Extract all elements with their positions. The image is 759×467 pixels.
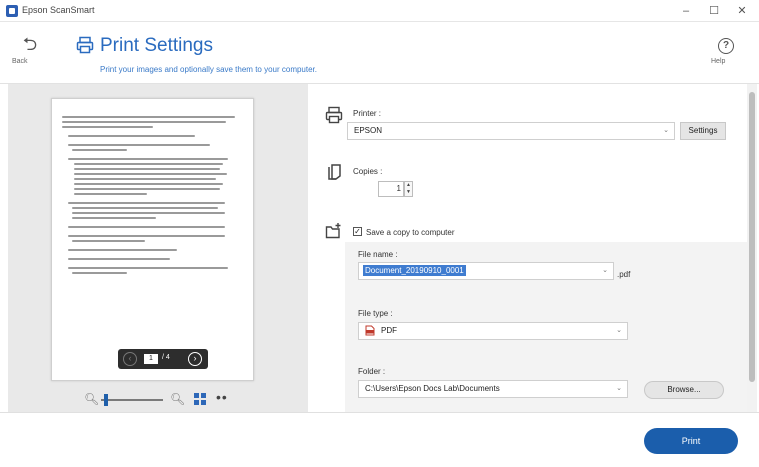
more-options-icon[interactable]: •• [216,389,228,405]
page-navigator: ‹ 1 / 4 › [118,349,208,369]
next-page-icon[interactable]: › [188,352,202,366]
chevron-down-icon: ⌄ [616,385,622,392]
printer-select[interactable]: EPSON ⌄ [347,122,675,140]
app-logo-icon [6,5,18,17]
current-page-field[interactable]: 1 [144,354,158,364]
vertical-scrollbar[interactable] [747,84,757,412]
file-type-value: PDF [381,326,397,335]
back-button[interactable]: ⮌ Back [12,34,48,76]
minimize-button[interactable]: – [672,1,700,21]
file-name-value: Document_20190910_0001 [363,265,466,276]
title-bar: Epson ScanSmart – ☐ ✕ [0,0,759,22]
zoom-slider[interactable] [101,399,163,401]
page-title: Print Settings [100,35,213,56]
printer-settings-button[interactable]: Settings [680,122,726,140]
increment-icon[interactable]: ▲ [405,182,412,189]
chevron-down-icon: ⌄ [602,267,608,274]
file-type-select[interactable]: PDF ⌄ [358,322,628,340]
total-pages: / 4 [162,354,170,361]
printer-icon [325,106,343,124]
zoom-out-icon[interactable]: 🔍︎ [84,392,99,406]
chevron-down-icon: ⌄ [663,127,669,134]
save-copy-label: Save a copy to computer [366,228,455,237]
preview-text-lines [62,113,244,274]
preview-pane: ‹ 1 / 4 › [8,84,308,412]
maximize-button[interactable]: ☐ [700,1,728,21]
zoom-in-icon[interactable]: 🔍︎ [170,392,185,406]
close-button[interactable]: ✕ [728,1,756,21]
footer-divider [0,412,759,413]
window-title: Epson ScanSmart [22,5,95,15]
printer-header-icon [76,36,94,54]
save-options-group: File name : Document_20190910_0001 ⌄ .pd… [345,242,747,412]
zoom-bar: 🔍︎ 🔍︎ •• [8,389,308,411]
back-label: Back [12,58,28,65]
zoom-slider-thumb[interactable] [104,394,108,406]
folder-select[interactable]: C:\Users\Epson Docs Lab\Documents ⌄ [358,380,628,398]
help-button[interactable]: ? Help [711,38,741,78]
copies-icon [328,164,341,180]
folder-value: C:\Users\Epson Docs Lab\Documents [365,384,500,393]
decrement-icon[interactable]: ▼ [405,189,412,196]
save-copy-checkbox[interactable]: ✓ [353,227,362,236]
file-name-input[interactable]: Document_20190910_0001 ⌄ [358,262,614,280]
file-name-label: File name : [358,250,398,259]
copies-input[interactable]: 1 [378,181,404,197]
folder-label: Folder : [358,367,386,376]
save-to-folder-icon [325,223,341,239]
back-arrow-icon: ⮌ [22,34,38,54]
file-type-label: File type : [358,309,393,318]
previous-page-icon[interactable]: ‹ [123,352,137,366]
copies-label: Copies : [353,167,383,176]
page-header: ⮌ Back Print Settings Print your images … [0,22,759,84]
help-label: Help [711,58,726,65]
settings-pane: Printer : EPSON ⌄ Settings Copies : 1 ▲ … [308,84,747,412]
printer-label: Printer : [353,109,382,118]
copies-stepper[interactable]: ▲ ▼ [404,181,413,197]
file-extension: .pdf [617,270,631,279]
help-icon: ? [718,38,734,54]
document-preview: ‹ 1 / 4 › [51,98,254,381]
print-button[interactable]: Print [644,428,738,454]
pdf-file-icon [365,325,375,336]
chevron-down-icon: ⌄ [616,327,622,334]
browse-button[interactable]: Browse... [644,381,724,399]
printer-value: EPSON [354,126,383,135]
page-subtitle: Print your images and optionally save th… [100,65,317,74]
scrollbar-thumb[interactable] [749,92,755,382]
fit-to-window-icon[interactable] [194,393,207,406]
